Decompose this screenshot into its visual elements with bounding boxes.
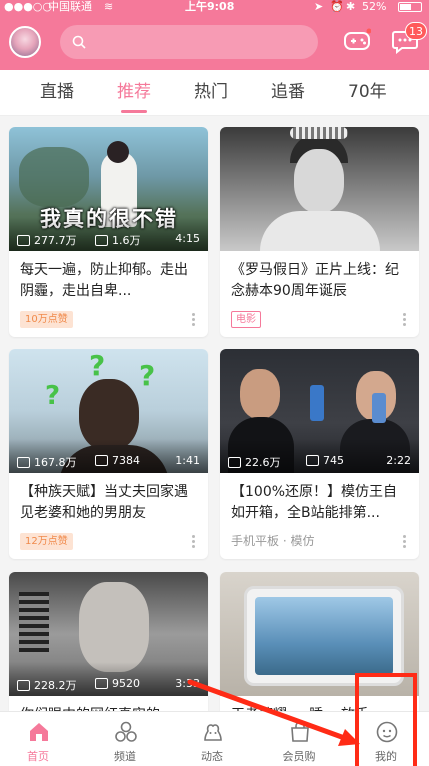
video-title: 【种族天赋】当丈夫回家遇见老婆和她的男朋友 — [20, 484, 188, 521]
view-count: 228.2万 — [34, 679, 77, 692]
duration: 2:22 — [386, 454, 411, 467]
video-thumbnail: 我真的很不错 277.7万 1.6万 4:15 — [9, 127, 208, 251]
video-card[interactable]: 228.2万 9520 3:33 你们眼中的网红真实的... — [9, 572, 208, 722]
play-count-icon — [228, 456, 241, 468]
more-options-icon[interactable] — [403, 313, 407, 327]
duration: 3:33 — [175, 677, 200, 690]
video-thumbnail: 228.2万 9520 3:33 — [9, 572, 208, 696]
tab-popular[interactable]: 热门 — [194, 70, 228, 116]
carrier-label: 中国联通 — [48, 0, 92, 13]
top-header: 13 — [0, 14, 429, 70]
game-center-button[interactable] — [343, 28, 373, 56]
nav-home[interactable]: 首页 — [3, 712, 73, 766]
battery-icon — [398, 2, 422, 12]
duration: 4:15 — [175, 232, 200, 245]
video-title: 【100%还原！】模仿王自如开箱，全B站能排第... — [231, 484, 398, 521]
danmaku-icon — [95, 234, 108, 246]
play-count-icon — [17, 456, 30, 468]
portrait-face — [294, 149, 344, 213]
messages-button[interactable]: 13 — [391, 22, 427, 56]
duration: 1:41 — [175, 454, 200, 467]
clock: 上午9:08 — [185, 0, 235, 13]
shopping-bag-icon — [291, 721, 309, 742]
category-label: 手机平板 · 模仿 — [231, 534, 315, 548]
wifi-icon: ≋ — [104, 0, 114, 13]
view-count: 277.7万 — [34, 234, 77, 247]
category-tabs: 直播 推荐 热门 追番 70年 — [0, 70, 429, 116]
danmaku-icon — [306, 455, 319, 466]
nav-label: 会员购 — [282, 750, 316, 763]
question-mark-icon: ? — [89, 349, 106, 382]
nav-member-shop[interactable]: 会员购 — [264, 712, 334, 766]
gamepad-icon — [344, 28, 372, 50]
likes-tag: 12万点赞 — [20, 533, 73, 550]
danmaku-count: 7384 — [112, 454, 140, 467]
tab-70-years[interactable]: 70年 — [348, 70, 387, 116]
play-count-icon — [17, 234, 30, 246]
avatar[interactable] — [9, 26, 41, 58]
nav-dynamics[interactable]: 动态 — [177, 712, 247, 766]
home-icon — [30, 723, 48, 741]
video-card[interactable]: 我真的很不错 277.7万 1.6万 4:15 每天一遍，防止抑郁。走出阴霾，走… — [9, 127, 208, 337]
annotation-highlight-box — [355, 673, 417, 766]
question-mark-icon: ? — [139, 359, 156, 392]
phone-prop — [310, 385, 324, 421]
nav-label: 首页 — [27, 750, 49, 763]
bluetooth-icon: ✱ — [346, 0, 356, 13]
search-input[interactable] — [60, 25, 318, 59]
phone-device — [244, 586, 404, 686]
play-count-icon — [17, 679, 30, 691]
video-card[interactable]: ? ? ? 167.8万 7384 1:41 【种族天赋】当丈夫回家遇见老婆和她… — [9, 349, 208, 559]
presenter-face — [240, 369, 280, 419]
app-screen: { "status_bar": {"carrier": "中国联通", "tim… — [0, 0, 429, 766]
video-thumbnail: 22.6万 745 2:22 — [220, 349, 419, 473]
danmaku-icon — [95, 678, 108, 689]
dynamics-icon — [204, 724, 222, 741]
tab-recommended[interactable]: 推荐 — [117, 70, 151, 116]
category-tag: 电影 — [231, 311, 261, 328]
search-icon — [72, 35, 86, 49]
video-thumbnail — [220, 127, 419, 251]
video-card[interactable]: 《罗马假日》正片上线：纪念赫本90周年诞辰 电影 — [220, 127, 419, 337]
battery-label: 52% — [362, 0, 387, 13]
more-options-icon[interactable] — [192, 535, 196, 549]
question-mark-icon: ? — [45, 381, 61, 411]
likes-tag: 10万点赞 — [20, 311, 73, 328]
person-figure — [79, 582, 149, 672]
view-count: 22.6万 — [245, 456, 281, 469]
view-count: 167.8万 — [34, 456, 77, 469]
alarm-icon: ⏰ — [330, 0, 344, 13]
channels-icon — [115, 721, 137, 742]
danmaku-count: 745 — [323, 454, 344, 467]
video-title: 每天一遍，防止抑郁。走出阴霾，走出自卑... — [20, 262, 188, 299]
nav-label: 频道 — [114, 750, 136, 763]
tab-anime[interactable]: 追番 — [271, 70, 305, 116]
status-bar: ●●●○○ 中国联通 ≋ 上午9:08 ➤ ⏰ ✱ 52% — [0, 0, 429, 14]
tab-live[interactable]: 直播 — [40, 70, 74, 116]
more-options-icon[interactable] — [192, 313, 196, 327]
danmaku-count: 9520 — [112, 677, 140, 690]
video-thumbnail: ? ? ? 167.8万 7384 1:41 — [9, 349, 208, 473]
location-icon: ➤ — [314, 0, 324, 13]
nav-label: 动态 — [201, 750, 223, 763]
video-title: 《罗马假日》正片上线：纪念赫本90周年诞辰 — [231, 262, 399, 299]
nav-channels[interactable]: 频道 — [90, 712, 160, 766]
signal-icon: ●●●○○ — [4, 0, 52, 13]
danmaku-count: 1.6万 — [112, 234, 141, 247]
video-card[interactable]: 22.6万 745 2:22 【100%还原！】模仿王自如开箱，全B站能排第..… — [220, 349, 419, 559]
message-count-badge: 13 — [405, 22, 427, 40]
more-options-icon[interactable] — [403, 535, 407, 549]
danmaku-icon — [95, 455, 108, 466]
